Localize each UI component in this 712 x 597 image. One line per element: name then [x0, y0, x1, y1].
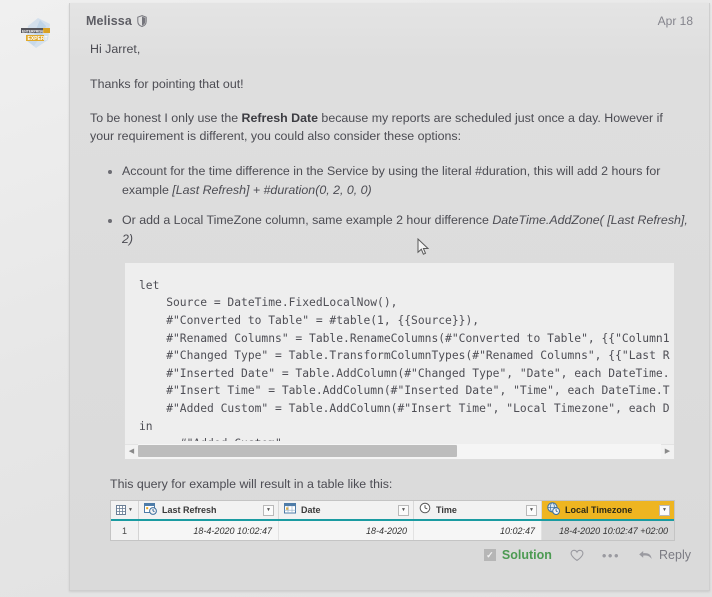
- code-content: let Source = DateTime.FixedLocalNow(), #…: [139, 278, 670, 441]
- like-button[interactable]: [570, 549, 584, 562]
- heart-icon: [570, 549, 584, 562]
- scroll-right-arrow-icon[interactable]: ▶: [661, 444, 674, 459]
- table-column-header-time[interactable]: Time ▼: [414, 501, 542, 520]
- datetime-column-icon: [144, 502, 157, 519]
- option-code-italic: [Last Refresh] + #duration(0, 2, 0, 0): [172, 182, 372, 197]
- table-column-header-date[interactable]: Date ▼: [279, 501, 414, 520]
- column-label: Date: [301, 505, 321, 516]
- greeting-paragraph: Hi Jarret,: [90, 42, 141, 56]
- option-text: Or add a Local TimeZone column, same exa…: [122, 213, 493, 228]
- result-table: ▼ Last Refresh ▼ Date ▼ Time ▼ Local Tim…: [110, 500, 675, 542]
- table-cell[interactable]: 18-4-2020 10:02:47: [139, 521, 279, 541]
- refresh-date-bold: Refresh Date: [241, 111, 318, 126]
- column-label: Time: [436, 505, 457, 516]
- solution-button[interactable]: ✓ Solution: [483, 548, 552, 562]
- intro-text-before: To be honest I only use the: [90, 111, 242, 126]
- post-header: Melissa Apr 18: [70, 3, 709, 39]
- enterprise-dna-expert-logo-icon: ENTERPRISE EXPERT: [21, 18, 50, 48]
- svg-text:EXPERT: EXPERT: [28, 36, 48, 42]
- table-column-header-local-timezone[interactable]: Local Timezone ▼: [542, 501, 674, 520]
- shield-badge-icon: [137, 15, 147, 27]
- left-rail: ENTERPRISE EXPERT: [0, 0, 70, 597]
- options-list: Account for the time difference in the S…: [90, 162, 689, 247]
- avatar[interactable]: ENTERPRISE EXPERT: [12, 10, 58, 56]
- table-header-row: ▼ Last Refresh ▼ Date ▼ Time ▼ Local Tim…: [111, 501, 674, 522]
- scroll-left-arrow-icon[interactable]: ◀: [125, 444, 138, 459]
- column-filter-dropdown[interactable]: ▼: [263, 504, 274, 516]
- table-cell[interactable]: 18-4-2020 10:02:47 +02:00: [542, 521, 674, 541]
- thanks-paragraph: Thanks for pointing that out!: [90, 76, 244, 91]
- code-block: let Source = DateTime.FixedLocalNow(), #…: [124, 261, 675, 460]
- svg-text:ENTERPRISE: ENTERPRISE: [22, 29, 44, 33]
- post-body: Hi Jarret, Thanks for pointing that out!…: [70, 41, 709, 542]
- column-filter-dropdown[interactable]: ▼: [659, 504, 670, 516]
- post-date: Apr 18: [657, 14, 693, 28]
- table-cell[interactable]: 10:02:47: [414, 521, 542, 541]
- list-item: Account for the time difference in the S…: [122, 162, 689, 199]
- time-clock-column-icon: [419, 502, 431, 518]
- table-grid-icon[interactable]: ▼: [111, 501, 139, 520]
- solution-label: Solution: [501, 548, 552, 562]
- checkbox-checked-icon: ✓: [483, 549, 496, 561]
- code-horizontal-scrollbar[interactable]: ◀ ▶: [125, 443, 674, 459]
- timezone-globe-column-icon: [547, 502, 561, 519]
- scrollbar-thumb[interactable]: [138, 445, 458, 458]
- code-block-viewport: let Source = DateTime.FixedLocalNow(), #…: [125, 263, 674, 441]
- table-intro-text: This query for example will result in a …: [110, 476, 393, 491]
- post-card: Melissa Apr 18 Hi Jarret, Thanks for poi…: [69, 3, 710, 591]
- table-row[interactable]: 1 18-4-2020 10:02:47 18-4-2020 10:02:47 …: [111, 521, 674, 541]
- row-number: 1: [111, 521, 139, 541]
- date-column-icon: [284, 502, 296, 518]
- table-column-header-last-refresh[interactable]: Last Refresh ▼: [139, 501, 279, 520]
- post-footer-actions: ✓ Solution ••• Reply: [70, 542, 709, 568]
- screenshot-root: ENTERPRISE EXPERT Melissa Apr 18 Hi Jarr…: [0, 0, 712, 597]
- column-filter-dropdown[interactable]: ▼: [526, 504, 537, 516]
- more-options-button[interactable]: •••: [602, 548, 620, 563]
- reply-button[interactable]: Reply: [638, 548, 691, 562]
- scrollbar-track[interactable]: [138, 444, 661, 459]
- column-label: Local Timezone: [565, 505, 633, 516]
- list-item: Or add a Local TimeZone column, same exa…: [122, 211, 689, 248]
- intro-paragraph: To be honest I only use the Refresh Date…: [90, 110, 689, 145]
- reply-label: Reply: [659, 548, 691, 562]
- reply-arrow-icon: [638, 549, 653, 561]
- column-label: Last Refresh: [162, 505, 217, 516]
- column-filter-dropdown[interactable]: ▼: [398, 504, 409, 516]
- ellipsis-icon: •••: [601, 547, 621, 563]
- author-wrap[interactable]: Melissa: [86, 14, 147, 28]
- author-name[interactable]: Melissa: [86, 14, 132, 28]
- table-cell[interactable]: 18-4-2020: [279, 521, 414, 541]
